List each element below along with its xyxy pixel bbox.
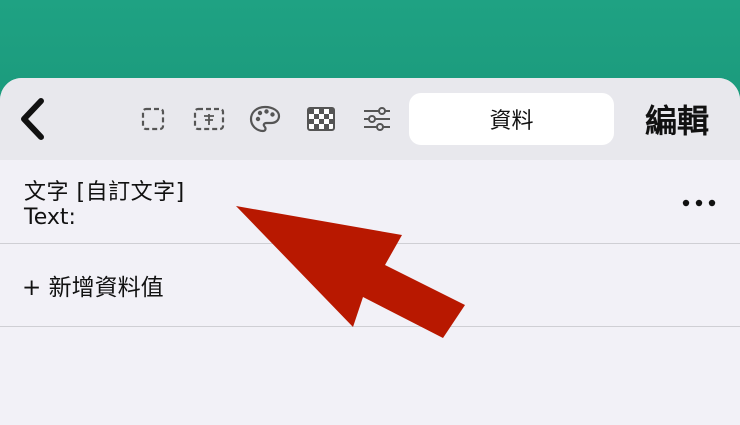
selection-icon — [141, 107, 165, 131]
edit-button[interactable]: 編輯 — [632, 96, 722, 142]
add-row: + 新增資料值 — [0, 244, 740, 327]
add-data-value-button[interactable]: + 新增資料值 — [22, 268, 164, 302]
data-tab-label: 資料 — [489, 109, 534, 134]
ellipsis-icon — [682, 199, 716, 207]
sliders-icon — [364, 107, 390, 131]
back-button[interactable] — [12, 94, 52, 144]
checkerboard-icon — [307, 107, 335, 131]
settings-tool-button[interactable] — [361, 104, 393, 134]
inspector-sheet: 資料 編輯 文字 [自訂文字] Text: + 新增資料值 — [0, 78, 740, 425]
text-tool-button[interactable] — [193, 104, 225, 134]
text-field-icon — [193, 107, 225, 131]
attribute-title: 文字 [自訂文字] — [24, 180, 185, 205]
style-tool-button[interactable] — [249, 104, 281, 134]
attribute-value: Text: — [24, 205, 76, 230]
data-tab[interactable]: 資料 — [409, 93, 614, 145]
attribute-row[interactable]: 文字 [自訂文字] Text: — [0, 160, 740, 244]
more-button[interactable] — [676, 188, 722, 218]
palette-icon — [249, 105, 281, 133]
selection-tool-button[interactable] — [137, 104, 169, 134]
fill-tool-button[interactable] — [305, 104, 337, 134]
chevron-left-icon — [21, 98, 44, 140]
inspector-toolbar: 資料 編輯 — [0, 78, 740, 160]
